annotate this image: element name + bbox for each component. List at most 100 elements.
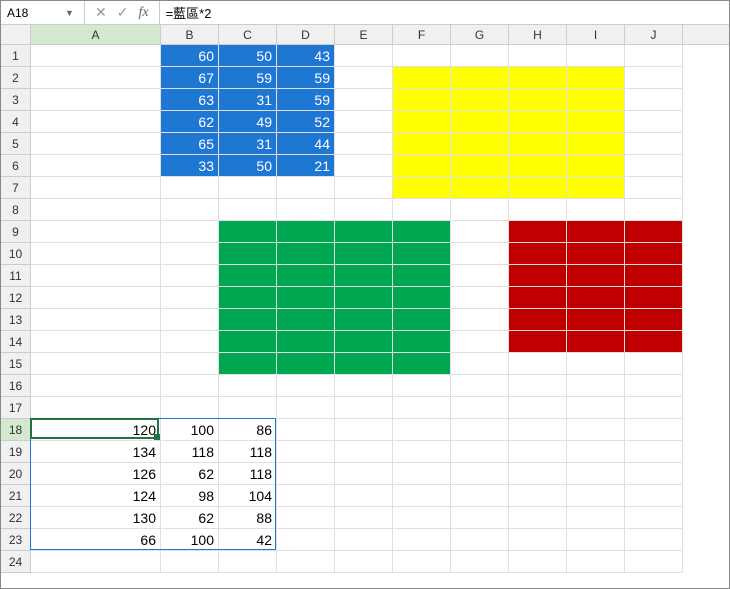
cell-J16[interactable]	[625, 375, 683, 397]
cell-B1[interactable]: 60	[161, 45, 219, 67]
row-header-23[interactable]: 23	[1, 529, 31, 551]
row-header-22[interactable]: 22	[1, 507, 31, 529]
cell-D8[interactable]	[277, 199, 335, 221]
cell-C5[interactable]: 31	[219, 133, 277, 155]
row-header-8[interactable]: 8	[1, 199, 31, 221]
fx-icon[interactable]: fx	[138, 5, 148, 21]
cell-B22[interactable]: 62	[161, 507, 219, 529]
cell-H13[interactable]	[509, 309, 567, 331]
cell-I16[interactable]	[567, 375, 625, 397]
cell-G12[interactable]	[451, 287, 509, 309]
cell-A7[interactable]	[31, 177, 161, 199]
cell-E1[interactable]	[335, 45, 393, 67]
select-all-corner[interactable]	[1, 25, 31, 44]
cell-I10[interactable]	[567, 243, 625, 265]
row-header-1[interactable]: 1	[1, 45, 31, 67]
cell-A19[interactable]: 134	[31, 441, 161, 463]
cell-I3[interactable]	[567, 89, 625, 111]
cell-G15[interactable]	[451, 353, 509, 375]
cell-F22[interactable]	[393, 507, 451, 529]
cell-H5[interactable]	[509, 133, 567, 155]
row-header-7[interactable]: 7	[1, 177, 31, 199]
cell-B16[interactable]	[161, 375, 219, 397]
col-header-B[interactable]: B	[161, 25, 219, 44]
cell-D6[interactable]: 21	[277, 155, 335, 177]
cell-G23[interactable]	[451, 529, 509, 551]
cell-C17[interactable]	[219, 397, 277, 419]
cell-E9[interactable]	[335, 221, 393, 243]
cell-C2[interactable]: 59	[219, 67, 277, 89]
confirm-icon[interactable]: ✓	[117, 4, 129, 21]
cell-A14[interactable]	[31, 331, 161, 353]
cell-G11[interactable]	[451, 265, 509, 287]
cell-B7[interactable]	[161, 177, 219, 199]
cell-E16[interactable]	[335, 375, 393, 397]
cell-A18[interactable]: 120	[31, 419, 161, 441]
cell-I18[interactable]	[567, 419, 625, 441]
cell-H15[interactable]	[509, 353, 567, 375]
cell-E24[interactable]	[335, 551, 393, 573]
cell-A3[interactable]	[31, 89, 161, 111]
cell-A12[interactable]	[31, 287, 161, 309]
cell-J23[interactable]	[625, 529, 683, 551]
cell-C23[interactable]: 42	[219, 529, 277, 551]
cell-F17[interactable]	[393, 397, 451, 419]
cell-I12[interactable]	[567, 287, 625, 309]
cell-D1[interactable]: 43	[277, 45, 335, 67]
cell-A13[interactable]	[31, 309, 161, 331]
row-header-24[interactable]: 24	[1, 551, 31, 573]
cell-D17[interactable]	[277, 397, 335, 419]
cell-D18[interactable]	[277, 419, 335, 441]
cell-J17[interactable]	[625, 397, 683, 419]
cell-F23[interactable]	[393, 529, 451, 551]
cell-G21[interactable]	[451, 485, 509, 507]
cell-G8[interactable]	[451, 199, 509, 221]
cell-D20[interactable]	[277, 463, 335, 485]
cell-C4[interactable]: 49	[219, 111, 277, 133]
row-header-21[interactable]: 21	[1, 485, 31, 507]
cell-I17[interactable]	[567, 397, 625, 419]
cell-A8[interactable]	[31, 199, 161, 221]
cell-E15[interactable]	[335, 353, 393, 375]
cell-B15[interactable]	[161, 353, 219, 375]
row-header-16[interactable]: 16	[1, 375, 31, 397]
cell-G22[interactable]	[451, 507, 509, 529]
cell-J10[interactable]	[625, 243, 683, 265]
cell-E17[interactable]	[335, 397, 393, 419]
cell-B11[interactable]	[161, 265, 219, 287]
cell-G4[interactable]	[451, 111, 509, 133]
cell-H9[interactable]	[509, 221, 567, 243]
cell-B12[interactable]	[161, 287, 219, 309]
cell-J5[interactable]	[625, 133, 683, 155]
cell-H23[interactable]	[509, 529, 567, 551]
cell-E13[interactable]	[335, 309, 393, 331]
cell-E18[interactable]	[335, 419, 393, 441]
cell-C3[interactable]: 31	[219, 89, 277, 111]
name-box-input[interactable]	[5, 5, 65, 21]
cell-B24[interactable]	[161, 551, 219, 573]
cell-F24[interactable]	[393, 551, 451, 573]
cell-D24[interactable]	[277, 551, 335, 573]
cell-H2[interactable]	[509, 67, 567, 89]
cell-G16[interactable]	[451, 375, 509, 397]
cell-J2[interactable]	[625, 67, 683, 89]
row-header-20[interactable]: 20	[1, 463, 31, 485]
cell-E5[interactable]	[335, 133, 393, 155]
cell-H11[interactable]	[509, 265, 567, 287]
cell-E19[interactable]	[335, 441, 393, 463]
row-header-14[interactable]: 14	[1, 331, 31, 353]
cell-J4[interactable]	[625, 111, 683, 133]
cell-A23[interactable]: 66	[31, 529, 161, 551]
cell-H16[interactable]	[509, 375, 567, 397]
row-header-9[interactable]: 9	[1, 221, 31, 243]
cell-G7[interactable]	[451, 177, 509, 199]
row-header-18[interactable]: 18	[1, 419, 31, 441]
cell-A9[interactable]	[31, 221, 161, 243]
cell-C11[interactable]	[219, 265, 277, 287]
cell-B5[interactable]: 65	[161, 133, 219, 155]
cell-A24[interactable]	[31, 551, 161, 573]
cell-E23[interactable]	[335, 529, 393, 551]
cell-C13[interactable]	[219, 309, 277, 331]
cell-B9[interactable]	[161, 221, 219, 243]
cell-F9[interactable]	[393, 221, 451, 243]
